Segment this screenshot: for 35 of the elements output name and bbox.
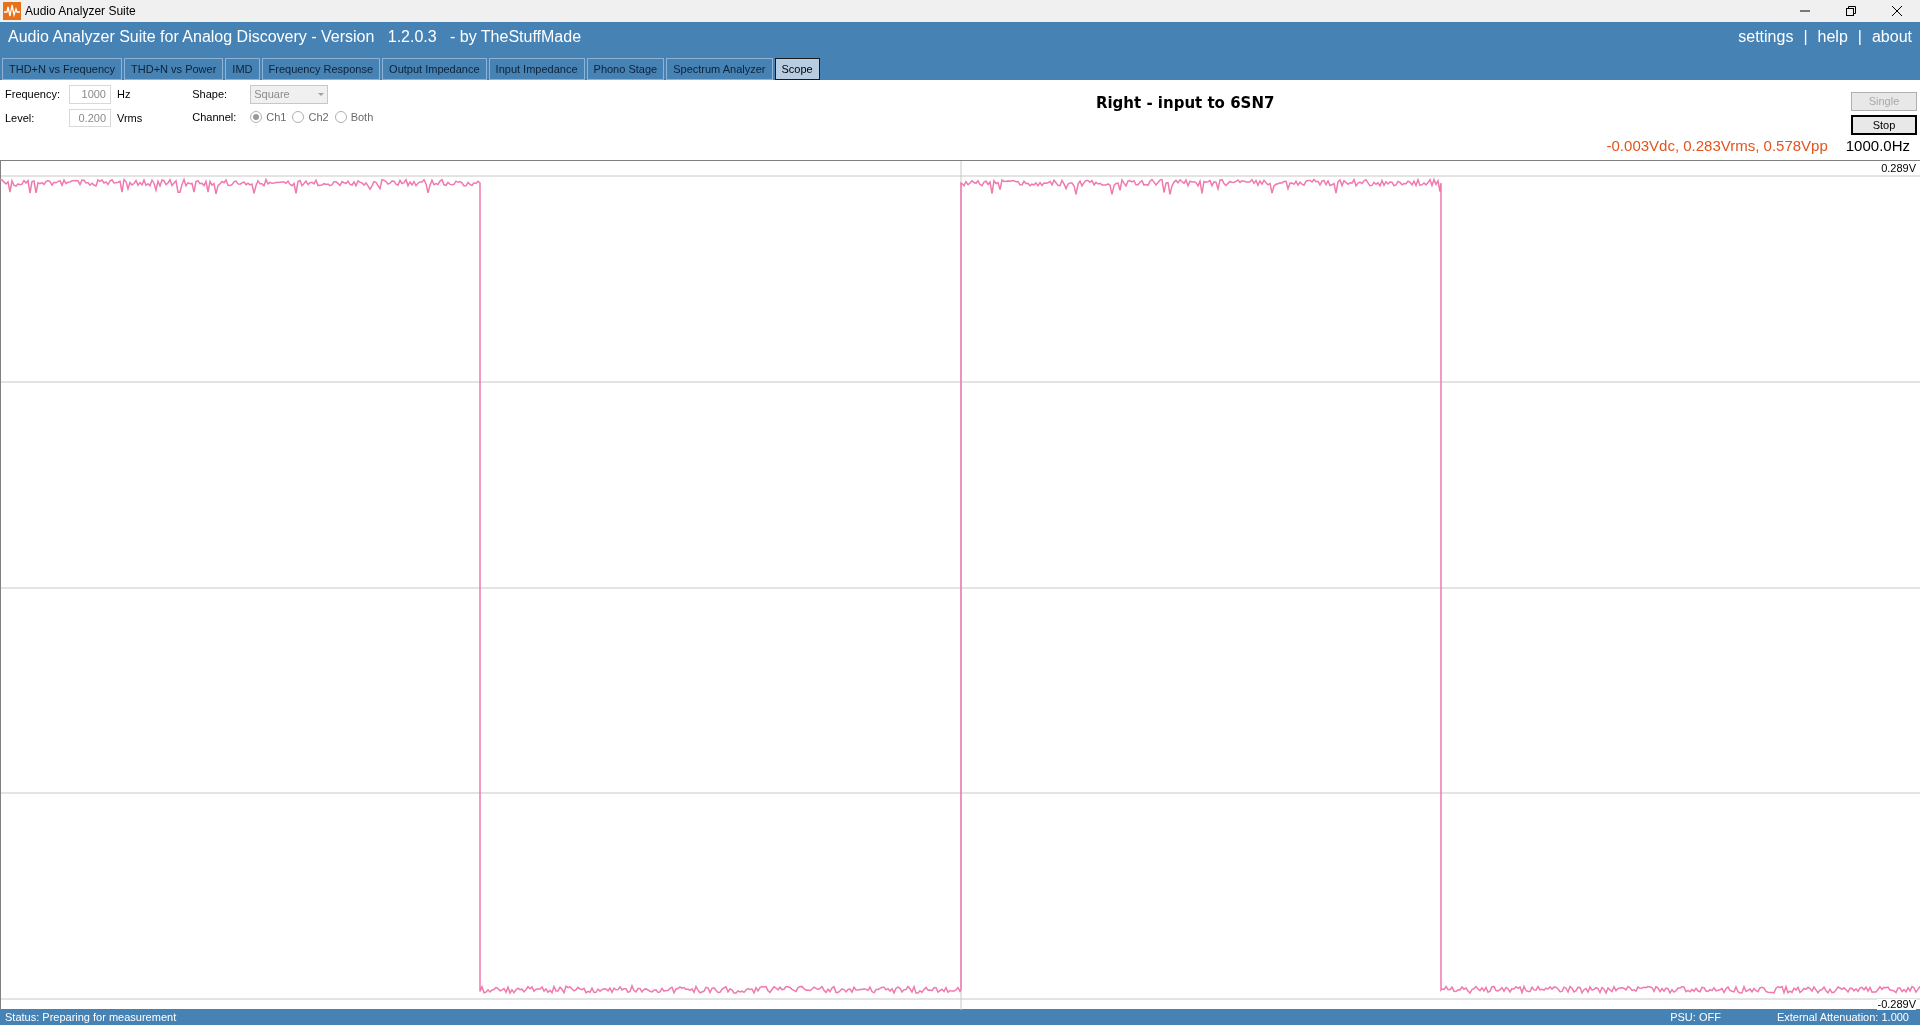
frequency-readout: 1000.0Hz <box>1845 135 1910 156</box>
attenuation-status: External Attenuation: 1.000 <box>1776 1009 1909 1025</box>
header-link[interactable]: help <box>1817 24 1848 49</box>
link-separator: | <box>1803 26 1808 47</box>
dropdown-caret-icon <box>318 92 325 97</box>
link-separator: | <box>1857 26 1862 47</box>
header-link[interactable]: settings <box>1738 24 1794 49</box>
field-label: Channel: <box>192 110 238 125</box>
tab[interactable]: Scope <box>774 58 820 80</box>
axis-label: 0.289V <box>1881 161 1916 175</box>
app-heading: Audio Analyzer Suite for Analog Discovery - Version 1.2.0.3 - by TheStuffMade <box>8 26 582 47</box>
app-logo-icon <box>3 2 21 20</box>
unit-label: Vrms <box>117 110 143 126</box>
window-title: Audio Analyzer Suite <box>25 3 136 20</box>
tab[interactable]: Output Impedance <box>382 58 487 80</box>
field-label: Shape: <box>192 87 229 103</box>
status-text: Status: Preparing for measurement <box>5 1009 177 1025</box>
psu-status: PSU: OFF <box>1670 1009 1721 1025</box>
measurement-readout: -0.003Vdc, 0.283Vrms, 0.578Vpp <box>1606 135 1828 156</box>
field-label: Frequency: <box>5 87 62 102</box>
close-icon <box>1892 6 1902 16</box>
plot-title: Right - input to 6SN7 <box>1095 93 1275 114</box>
tab[interactable]: IMD <box>225 58 260 80</box>
tab[interactable]: Input Impedance <box>488 58 585 80</box>
tab[interactable]: THD+N vs Frequency <box>2 58 123 80</box>
action-button[interactable]: Stop <box>1851 114 1917 135</box>
tab[interactable]: Phono Stage <box>586 58 665 80</box>
tab[interactable]: THD+N vs Power <box>124 58 224 80</box>
tab[interactable]: Spectrum Analyzer <box>666 58 773 80</box>
restore-icon <box>1846 6 1856 16</box>
header-link[interactable]: about <box>1871 24 1912 49</box>
field-label: Level: <box>5 110 36 126</box>
axis-label: -0.289V <box>1877 999 1916 1010</box>
tab[interactable]: Frequency Response <box>261 58 381 80</box>
unit-label: Hz <box>117 87 131 102</box>
